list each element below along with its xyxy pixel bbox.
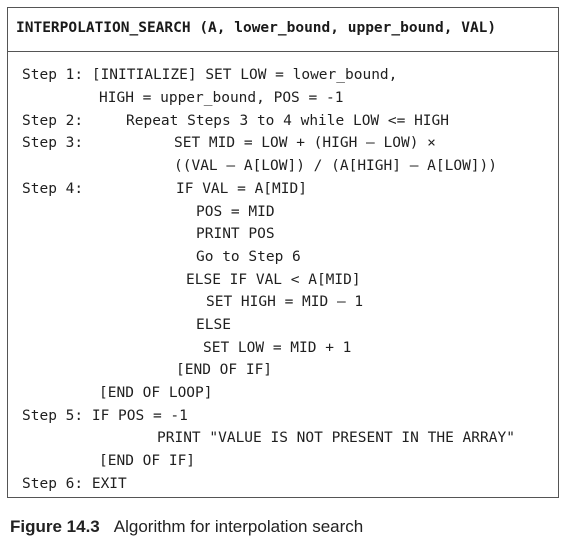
end-of-loop-line: [END OF LOOP] <box>99 385 213 401</box>
figure-number: Figure 14.3 <box>10 517 100 536</box>
step-4-elseif-line: ELSE IF VAL < A[MID] <box>186 272 361 288</box>
step-5-end-if-line: [END OF IF] <box>99 453 196 469</box>
step-4-print-line: PRINT POS <box>196 226 275 242</box>
step-5-print-line: PRINT "VALUE IS NOT PRESENT IN THE ARRAY… <box>157 430 515 446</box>
figure-caption: Figure 14.3 Algorithm for interpolation s… <box>10 517 363 537</box>
step-4-set-high-line: SET HIGH = MID – 1 <box>206 294 364 310</box>
step-2-line: Repeat Steps 3 to 4 while LOW <= HIGH <box>126 113 450 129</box>
algorithm-body: Step 1: [INITIALIZE] SET LOW = lower_bou… <box>8 8 558 497</box>
step-4-set-low-line: SET LOW = MID + 1 <box>203 340 352 356</box>
step-5-line: Step 5: IF POS = -1 <box>22 408 188 424</box>
step-4-goto-line: Go to Step 6 <box>196 249 301 265</box>
step-4-end-if-line: [END OF IF] <box>176 362 273 378</box>
step-1-line: Step 1: [INITIALIZE] SET LOW = lower_bou… <box>22 67 398 83</box>
step-3-label: Step 3: <box>22 135 84 151</box>
step-6-line: Step 6: EXIT <box>22 476 127 492</box>
step-3-line: SET MID = LOW + (HIGH – LOW) × <box>174 135 436 151</box>
step-4-label: Step 4: <box>22 181 84 197</box>
figure-caption-text: Algorithm for interpolation search <box>113 517 364 536</box>
step-4-pos-line: POS = MID <box>196 204 275 220</box>
step-1-continuation: HIGH = upper_bound, POS = -1 <box>99 90 344 106</box>
step-4-else-line: ELSE <box>196 317 231 333</box>
algorithm-box: INTERPOLATION_SEARCH (A, lower_bound, up… <box>7 7 559 498</box>
step-2-label: Step 2: <box>22 113 84 129</box>
step-4-if-line: IF VAL = A[MID] <box>176 181 307 197</box>
step-3-continuation: ((VAL – A[LOW]) / (A[HIGH] – A[LOW])) <box>174 158 498 174</box>
